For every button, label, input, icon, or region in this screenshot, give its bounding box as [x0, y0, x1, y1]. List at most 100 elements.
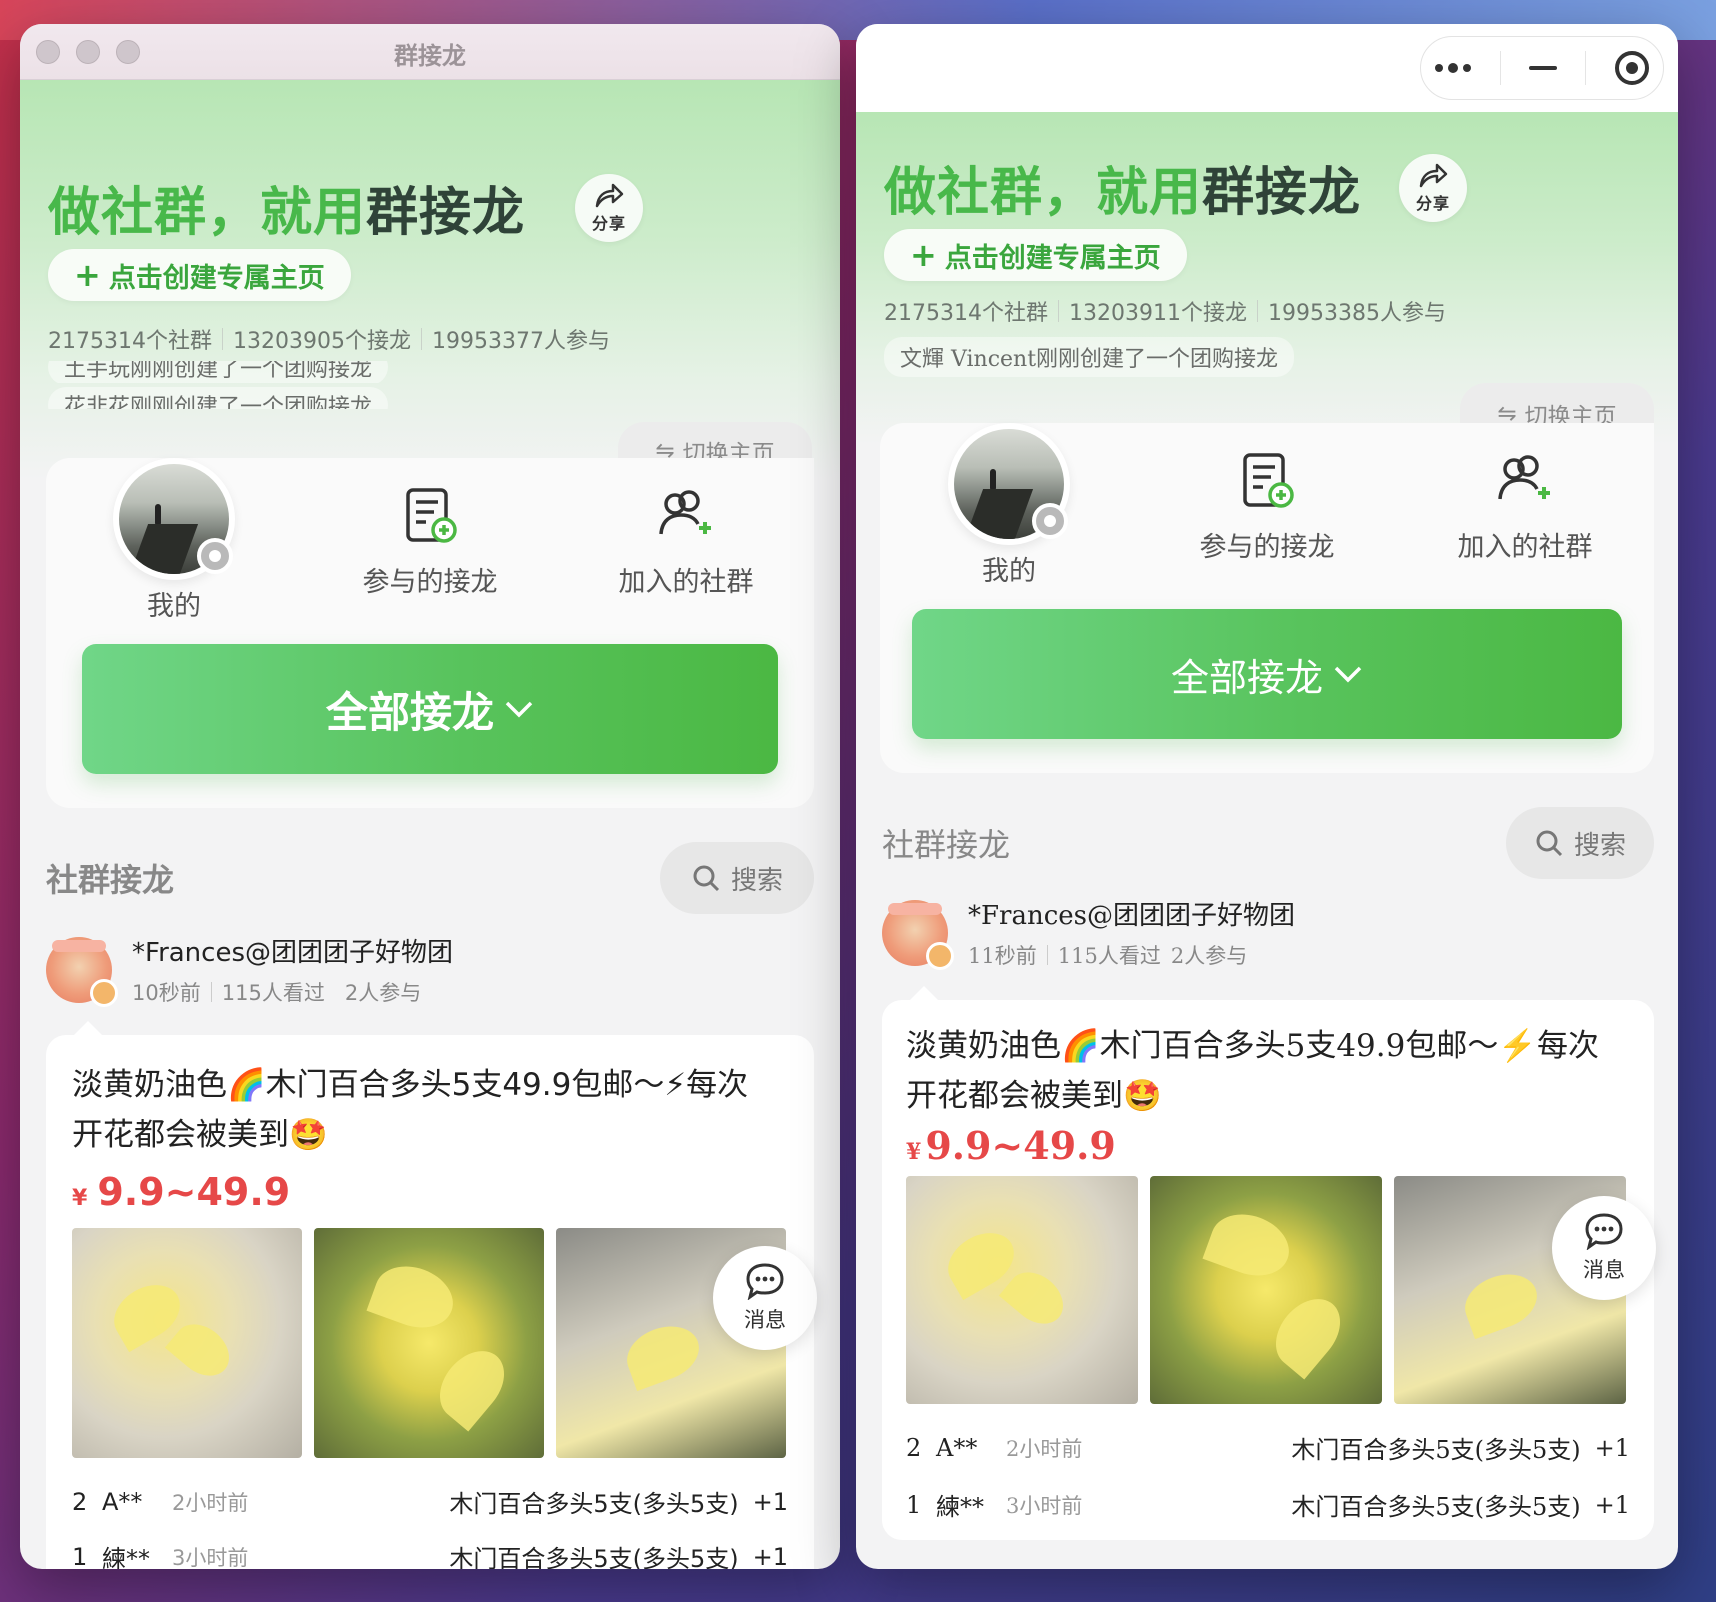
search-button[interactable]: 搜索 — [1506, 807, 1654, 879]
nav-joined-groups-label: 加入的社群 — [1457, 532, 1593, 563]
plus-icon: + — [910, 236, 937, 274]
slogan-brand-text: 群接龙 — [1202, 163, 1362, 223]
order-user: 練** — [936, 1493, 984, 1522]
window-left: 群接龙 做社群，就用 群接龙 分享 + 点击创建专属主页 2175314个社群 1… — [20, 24, 840, 1569]
order-user: A** — [936, 1433, 978, 1462]
ticker-scroll: 土手玩刚刚创建了一个团购接龙 — [48, 361, 812, 383]
share-label: 分享 — [1416, 193, 1451, 213]
chevron-down-icon — [1334, 666, 1362, 683]
capsule-menu — [1420, 36, 1664, 100]
search-icon — [693, 865, 720, 892]
price-range: 9.9~49.9 — [925, 1123, 1116, 1169]
post-title: 淡黄奶油色🌈木门百合多头5支49.9包邮～⚡每次开花都会被美到🤩 — [906, 1028, 1599, 1114]
title-bar: 群接龙 — [20, 24, 840, 80]
slogan: 做社群，就用 群接龙 分享 — [884, 150, 1650, 225]
nav-joined-groups[interactable]: 加入的社群 — [571, 458, 801, 623]
nav-mine[interactable]: 我的 — [59, 458, 289, 623]
author-row[interactable]: *Frances@团团团子好物团 11秒前 115人看过 2人参与 — [856, 879, 1678, 970]
share-button[interactable]: 分享 — [575, 173, 644, 242]
search-label: 搜索 — [1573, 830, 1626, 861]
order-item: 木门百合多头5支(多头5支) — [449, 1545, 739, 1569]
nav-row: 我的 参与的接龙 加入的社群 — [46, 458, 814, 623]
order-row: 2 A** 2小时前 木门百合多头5支(多头5支) +1 — [72, 1484, 788, 1519]
order-item: 木门百合多头5支(多头5支) — [449, 1490, 739, 1519]
author-meta: 10秒前 115人看过 2人参与 — [132, 977, 453, 1007]
group-badge-icon — [926, 941, 954, 970]
all-jielong-button[interactable]: 全部接龙 — [912, 609, 1622, 739]
stat-participants: 19953385人参与 — [1267, 301, 1446, 326]
share-icon — [595, 183, 624, 207]
miniprogram-bar — [856, 24, 1678, 112]
nav-joined-jielong[interactable]: 参与的接龙 — [315, 458, 545, 623]
product-photo-2[interactable] — [1150, 1176, 1382, 1405]
slogan-brand-text: 群接龙 — [366, 183, 526, 243]
search-label: 搜索 — [730, 865, 783, 896]
hero-banner: 做社群，就用 群接龙 分享 + 点击创建专属主页 2175314个社群 13203… — [856, 112, 1678, 445]
page-content: 做社群，就用 群接龙 分享 + 点击创建专属主页 2175314个社群 13203… — [20, 80, 840, 1569]
create-homepage-button[interactable]: + 点击创建专属主页 — [884, 229, 1187, 281]
section-title: 社群接龙 — [882, 826, 1011, 864]
nav-mine[interactable]: 我的 — [893, 423, 1125, 588]
product-photo-1[interactable] — [906, 1176, 1138, 1405]
create-homepage-label: 点击创建专属主页 — [944, 242, 1161, 274]
chat-bubble-icon — [746, 1263, 784, 1300]
stat-jielong: 13203911个接龙 — [1068, 301, 1247, 326]
ticker-clip: 花非花刚刚创建了一个团购接龙 — [48, 387, 812, 409]
document-plus-icon — [406, 488, 457, 543]
product-photo-2[interactable] — [314, 1228, 544, 1459]
add-group-icon — [1498, 455, 1550, 500]
stat-groups: 2175314个社群 — [48, 329, 212, 354]
price-currency: ¥ — [906, 1139, 922, 1166]
close-miniprogram-icon[interactable] — [1614, 51, 1649, 85]
create-homepage-label: 点击创建专属主页 — [108, 262, 325, 294]
price-range: 9.9~49.9 — [97, 1170, 291, 1215]
avatar — [112, 458, 235, 580]
add-group-icon — [659, 490, 711, 535]
minimize-icon[interactable] — [1528, 66, 1557, 70]
post-price: ¥9.9~49.9 — [906, 1123, 1630, 1168]
jielong-post-card[interactable]: 淡黄奶油色🌈木门百合多头5支49.9包邮～⚡每次开花都会被美到🤩 ¥9.9~49… — [46, 1021, 814, 1569]
create-homepage-button[interactable]: + 点击创建专属主页 — [48, 249, 351, 301]
nav-card: 我的 参与的接龙 加入的社群 全部接龙 — [46, 458, 814, 808]
order-time: 2小时前 — [1006, 1436, 1083, 1461]
nav-mine-label: 我的 — [146, 591, 201, 622]
group-avatar — [46, 936, 118, 1007]
order-item: 木门百合多头5支(多头5支) — [1291, 1436, 1581, 1465]
order-time: 3小时前 — [1006, 1493, 1083, 1518]
window-title: 群接龙 — [394, 42, 466, 70]
nav-joined-groups[interactable]: 加入的社群 — [1409, 423, 1641, 588]
slogan-green-text: 做社群，就用 — [884, 163, 1203, 223]
stat-jielong: 13203905个接龙 — [232, 329, 411, 354]
user-badge-icon — [196, 538, 233, 574]
ticker-previous: 土手玩刚刚创建了一个团购接龙 — [48, 361, 389, 383]
search-icon — [1536, 830, 1563, 857]
jielong-post-card[interactable]: 淡黄奶油色🌈木门百合多头5支49.9包邮～⚡每次开花都会被美到🤩 ¥9.9~49… — [882, 986, 1654, 1540]
all-jielong-label: 全部接龙 — [1170, 655, 1323, 700]
photo-gallery — [906, 1176, 1630, 1405]
message-button[interactable]: 消息 — [713, 1246, 817, 1350]
post-time: 11秒前 — [968, 944, 1037, 968]
order-qty: +1 — [1594, 1433, 1630, 1462]
all-jielong-button[interactable]: 全部接龙 — [82, 644, 778, 774]
nav-joined-jielong[interactable]: 参与的接龙 — [1151, 423, 1383, 588]
author-row[interactable]: *Frances@团团团子好物团 10秒前 115人看过 2人参与 — [20, 914, 840, 1007]
nav-card: 我的 参与的接龙 加入的社群 全部接龙 — [880, 423, 1654, 773]
section-header: 社群接龙 搜索 — [20, 808, 840, 914]
section-title: 社群接龙 — [46, 861, 175, 899]
post-views: 115人看过 — [221, 981, 325, 1005]
more-icon[interactable] — [1435, 63, 1472, 73]
share-button[interactable]: 分享 — [1399, 153, 1468, 222]
search-button[interactable]: 搜索 — [660, 842, 814, 914]
order-user: 練** — [102, 1545, 150, 1569]
order-row: 2 A** 2小时前 木门百合多头5支(多头5支) +1 — [906, 1430, 1630, 1465]
order-row: 1 練** 3小时前 木门百合多头5支(多头5支) +1 — [72, 1539, 788, 1569]
ticker-current: 花非花刚刚创建了一个团购接龙 — [48, 387, 389, 409]
author-meta: 11秒前 115人看过 2人参与 — [968, 940, 1295, 970]
nav-row: 我的 参与的接龙 加入的社群 — [880, 423, 1654, 588]
document-plus-icon — [1243, 453, 1294, 508]
order-rank: 2 — [906, 1433, 922, 1462]
product-photo-1[interactable] — [72, 1228, 302, 1459]
message-button[interactable]: 消息 — [1552, 1196, 1656, 1300]
stats-row: 2175314个社群 13203905个接龙 19953377人参与 — [48, 323, 812, 355]
order-qty: +1 — [752, 1487, 788, 1516]
